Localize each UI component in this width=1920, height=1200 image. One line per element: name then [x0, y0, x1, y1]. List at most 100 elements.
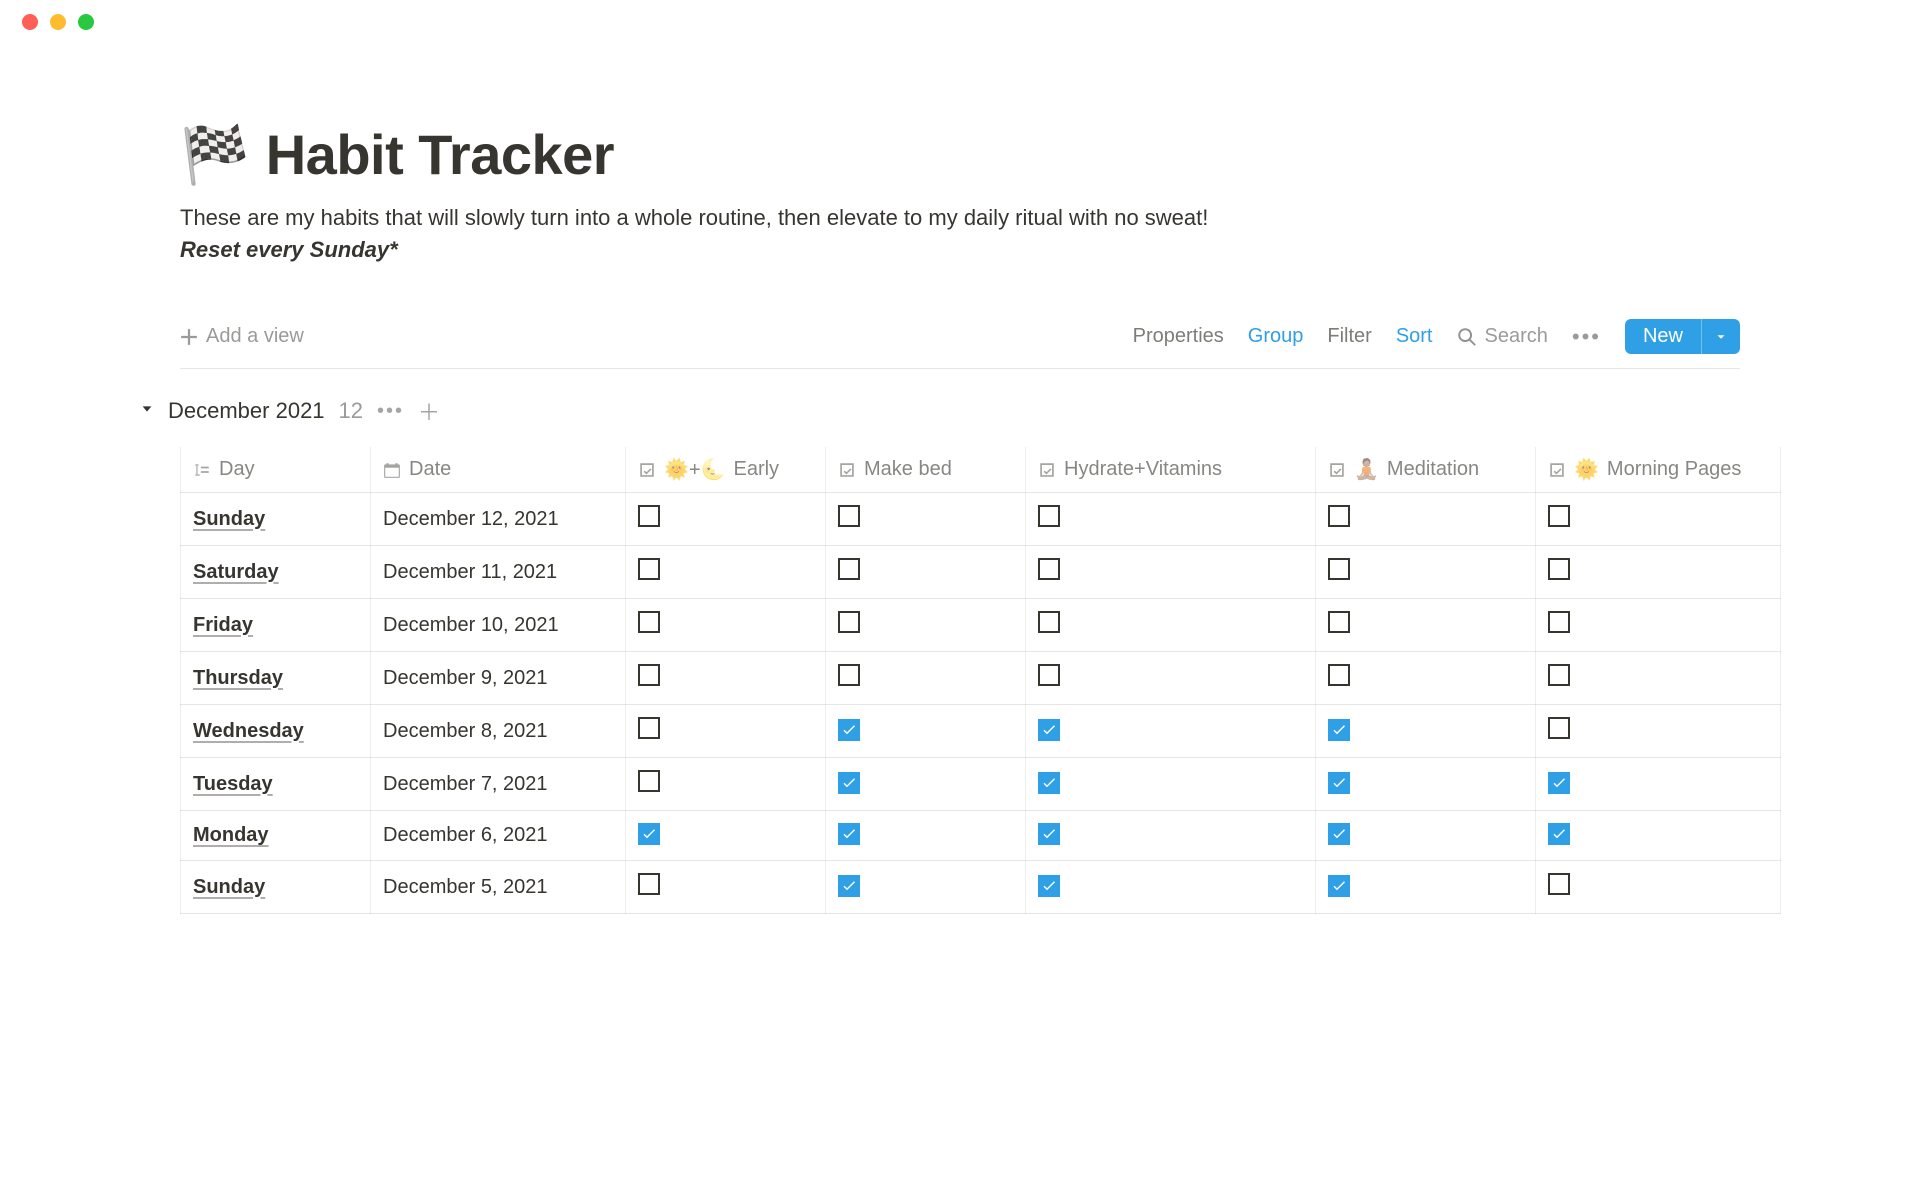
- group-button[interactable]: Group: [1248, 325, 1304, 348]
- day-link[interactable]: Tuesday: [193, 773, 273, 795]
- checkbox[interactable]: [638, 717, 660, 739]
- cell-meditation[interactable]: [1316, 811, 1536, 861]
- checkbox[interactable]: [1328, 558, 1350, 580]
- column-header-make-bed[interactable]: Make bed: [826, 447, 1026, 493]
- cell-day[interactable]: Monday: [181, 811, 371, 861]
- cell-early[interactable]: [626, 546, 826, 599]
- checkbox[interactable]: [838, 664, 860, 686]
- checkbox[interactable]: [1328, 611, 1350, 633]
- cell-day[interactable]: Thursday: [181, 652, 371, 705]
- checkbox[interactable]: [1548, 772, 1570, 794]
- checkbox[interactable]: [1548, 873, 1570, 895]
- cell-hydrate[interactable]: [1026, 652, 1316, 705]
- column-header-hydrate[interactable]: Hydrate+Vitamins: [1026, 447, 1316, 493]
- checkbox[interactable]: [838, 875, 860, 897]
- checkbox[interactable]: [1328, 664, 1350, 686]
- checkbox[interactable]: [1328, 875, 1350, 897]
- cell-hydrate[interactable]: [1026, 861, 1316, 914]
- cell-meditation[interactable]: [1316, 652, 1536, 705]
- checkbox[interactable]: [1038, 558, 1060, 580]
- cell-make-bed[interactable]: [826, 546, 1026, 599]
- cell-meditation[interactable]: [1316, 861, 1536, 914]
- page-title[interactable]: Habit Tracker: [266, 122, 614, 187]
- filter-button[interactable]: Filter: [1327, 325, 1371, 348]
- checkbox[interactable]: [1548, 717, 1570, 739]
- day-link[interactable]: Wednesday: [193, 720, 304, 742]
- checkbox[interactable]: [638, 558, 660, 580]
- add-view-button[interactable]: Add a view: [180, 325, 304, 348]
- cell-early[interactable]: [626, 652, 826, 705]
- search-button[interactable]: Search: [1457, 325, 1548, 348]
- cell-hydrate[interactable]: [1026, 811, 1316, 861]
- checkbox[interactable]: [1328, 505, 1350, 527]
- cell-date[interactable]: December 5, 2021: [371, 861, 626, 914]
- cell-early[interactable]: [626, 599, 826, 652]
- column-header-early[interactable]: 🌞+🌜 Early: [626, 447, 826, 493]
- cell-date[interactable]: December 10, 2021: [371, 599, 626, 652]
- cell-day[interactable]: Tuesday: [181, 758, 371, 811]
- cell-morning-pages[interactable]: [1536, 493, 1781, 546]
- cell-early[interactable]: [626, 705, 826, 758]
- checkbox[interactable]: [1038, 611, 1060, 633]
- cell-morning-pages[interactable]: [1536, 758, 1781, 811]
- cell-day[interactable]: Saturday: [181, 546, 371, 599]
- cell-date[interactable]: December 6, 2021: [371, 811, 626, 861]
- cell-make-bed[interactable]: [826, 652, 1026, 705]
- cell-day[interactable]: Wednesday: [181, 705, 371, 758]
- day-link[interactable]: Thursday: [193, 667, 283, 689]
- cell-meditation[interactable]: [1316, 546, 1536, 599]
- checkbox[interactable]: [1328, 823, 1350, 845]
- checkbox[interactable]: [838, 611, 860, 633]
- checkbox[interactable]: [1548, 558, 1570, 580]
- group-more-button[interactable]: •••: [377, 400, 404, 423]
- cell-morning-pages[interactable]: [1536, 599, 1781, 652]
- sort-button[interactable]: Sort: [1396, 325, 1433, 348]
- cell-early[interactable]: [626, 811, 826, 861]
- checkbox[interactable]: [638, 505, 660, 527]
- day-link[interactable]: Monday: [193, 824, 269, 846]
- cell-make-bed[interactable]: [826, 861, 1026, 914]
- cell-meditation[interactable]: [1316, 493, 1536, 546]
- cell-day[interactable]: Sunday: [181, 493, 371, 546]
- group-add-button[interactable]: ＋: [418, 395, 440, 427]
- page-note[interactable]: Reset every Sunday*: [180, 237, 1740, 263]
- checkbox[interactable]: [838, 558, 860, 580]
- cell-early[interactable]: [626, 758, 826, 811]
- cell-date[interactable]: December 11, 2021: [371, 546, 626, 599]
- cell-hydrate[interactable]: [1026, 546, 1316, 599]
- window-close-button[interactable]: [22, 14, 38, 30]
- checkbox[interactable]: [838, 772, 860, 794]
- checkbox[interactable]: [638, 611, 660, 633]
- cell-date[interactable]: December 12, 2021: [371, 493, 626, 546]
- cell-meditation[interactable]: [1316, 599, 1536, 652]
- checkbox[interactable]: [638, 823, 660, 845]
- checkbox[interactable]: [1038, 875, 1060, 897]
- checkbox[interactable]: [1328, 719, 1350, 741]
- column-header-date[interactable]: Date: [371, 447, 626, 493]
- cell-meditation[interactable]: [1316, 705, 1536, 758]
- checkbox[interactable]: [1328, 772, 1350, 794]
- column-header-day[interactable]: Day: [181, 447, 371, 493]
- checkbox[interactable]: [1548, 664, 1570, 686]
- checkbox[interactable]: [838, 505, 860, 527]
- cell-morning-pages[interactable]: [1536, 811, 1781, 861]
- checkbox[interactable]: [638, 770, 660, 792]
- checkbox[interactable]: [638, 664, 660, 686]
- page-description[interactable]: These are my habits that will slowly tur…: [180, 205, 1740, 231]
- checkbox[interactable]: [1038, 823, 1060, 845]
- more-options-button[interactable]: •••: [1572, 324, 1601, 350]
- checkbox[interactable]: [838, 823, 860, 845]
- cell-make-bed[interactable]: [826, 705, 1026, 758]
- cell-meditation[interactable]: [1316, 758, 1536, 811]
- day-link[interactable]: Friday: [193, 614, 253, 636]
- properties-button[interactable]: Properties: [1133, 325, 1224, 348]
- checkbox[interactable]: [1038, 719, 1060, 741]
- day-link[interactable]: Sunday: [193, 508, 265, 530]
- group-name[interactable]: December 2021: [168, 398, 325, 424]
- cell-early[interactable]: [626, 493, 826, 546]
- cell-make-bed[interactable]: [826, 758, 1026, 811]
- checkbox[interactable]: [838, 719, 860, 741]
- cell-morning-pages[interactable]: [1536, 705, 1781, 758]
- column-header-morning-pages[interactable]: 🌞 Morning Pages: [1536, 447, 1781, 493]
- cell-hydrate[interactable]: [1026, 758, 1316, 811]
